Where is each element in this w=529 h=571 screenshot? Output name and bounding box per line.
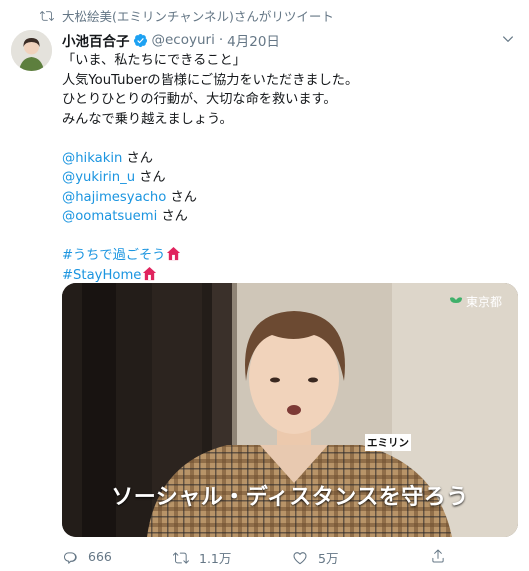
tweet-line: 人気YouTuberの皆様にご協力をいただきました。 bbox=[62, 72, 359, 88]
share-button[interactable] bbox=[430, 548, 446, 564]
retweet-text[interactable]: 大松絵美(エミリンチャンネル)さんがリツイート bbox=[62, 6, 334, 25]
hashtag-link[interactable]: #StayHome bbox=[62, 268, 141, 283]
mention-link[interactable]: @oomatsuemi bbox=[62, 209, 157, 224]
reply-icon bbox=[64, 552, 77, 564]
tweet-header: 小池百合子 @ecoyuri · 4月20日 bbox=[62, 30, 280, 50]
mention-line: @hajimesyacho さん bbox=[62, 188, 358, 208]
watermark-text: 東京都 bbox=[465, 295, 502, 309]
tweet-line: みんなで乗り越えましょう。 bbox=[62, 111, 233, 127]
tweet-actions: 666 1.1万 5万 bbox=[62, 548, 518, 566]
heart-icon bbox=[293, 551, 307, 564]
mention-line: @hikakin さん bbox=[62, 149, 358, 169]
house-emoji-icon bbox=[167, 246, 181, 261]
hashtag-line: #うちで過ごそう bbox=[62, 246, 358, 266]
mention-suffix: さん bbox=[135, 170, 166, 185]
mention-link[interactable]: @yukirin_u bbox=[62, 170, 135, 185]
mention-line: @oomatsuemi さん bbox=[62, 207, 358, 227]
display-name[interactable]: 小池百合子 bbox=[62, 30, 130, 50]
house-emoji-icon bbox=[143, 266, 157, 280]
chevron-down-icon[interactable] bbox=[501, 32, 515, 46]
mention-line: @yukirin_u さん bbox=[62, 168, 358, 188]
reply-count: 666 bbox=[88, 548, 112, 564]
like-count: 5万 bbox=[318, 551, 339, 566]
reply-button[interactable]: 666 bbox=[62, 548, 112, 564]
video-player[interactable]: 東京都 エミリン ソーシャル・ディスタンスを守ろう bbox=[62, 283, 518, 537]
like-button[interactable]: 5万 bbox=[292, 548, 338, 567]
user-handle[interactable]: @ecoyuri bbox=[152, 32, 215, 48]
avatar[interactable] bbox=[11, 30, 52, 71]
verified-badge-icon bbox=[133, 33, 147, 47]
retweet-count: 1.1万 bbox=[199, 551, 232, 566]
mention-suffix: さん bbox=[122, 150, 153, 166]
tweet-text: 「いま、私たちにできること」 人気YouTuberの皆様にご協力をいただきました… bbox=[62, 51, 358, 285]
share-icon bbox=[432, 549, 444, 563]
mention-link[interactable]: @hikakin bbox=[62, 151, 122, 166]
speaker-name-label: エミリン bbox=[365, 434, 411, 451]
mention-suffix: さん bbox=[166, 189, 197, 205]
retweet-button[interactable]: 1.1万 bbox=[173, 548, 231, 567]
tweet-line: ひとりひとりの行動が、大切な命を救います。 bbox=[62, 92, 337, 107]
hashtag-link[interactable]: #うちで過ごそう bbox=[62, 248, 165, 263]
tweet-line: 「いま、私たちにできること」 bbox=[62, 53, 246, 68]
video-caption: ソーシャル・ディスタンスを守ろう bbox=[111, 485, 469, 510]
tokyo-watermark: 東京都 bbox=[449, 293, 502, 310]
retweet-icon bbox=[173, 551, 189, 564]
mention-suffix: さん bbox=[157, 209, 188, 224]
tweet-date[interactable]: 4月20日 bbox=[227, 30, 280, 50]
header-separator: · bbox=[218, 32, 224, 48]
ginkgo-logo-icon bbox=[449, 296, 462, 308]
mention-link[interactable]: @hajimesyacho bbox=[62, 190, 166, 205]
retweet-icon bbox=[40, 10, 54, 21]
retweet-indicator[interactable]: 大松絵美(エミリンチャンネル)さんがリツイート bbox=[40, 6, 334, 25]
